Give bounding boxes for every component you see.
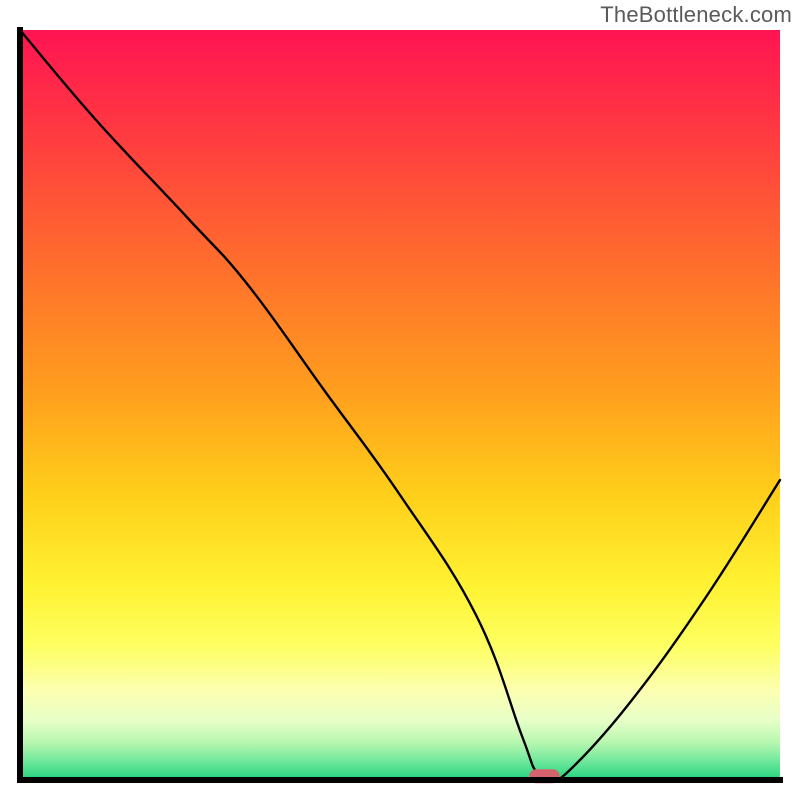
gradient-background [20, 30, 780, 780]
watermark-text: TheBottleneck.com [600, 2, 792, 28]
chart-frame: TheBottleneck.com [0, 0, 800, 800]
bottleneck-chart [0, 0, 800, 800]
